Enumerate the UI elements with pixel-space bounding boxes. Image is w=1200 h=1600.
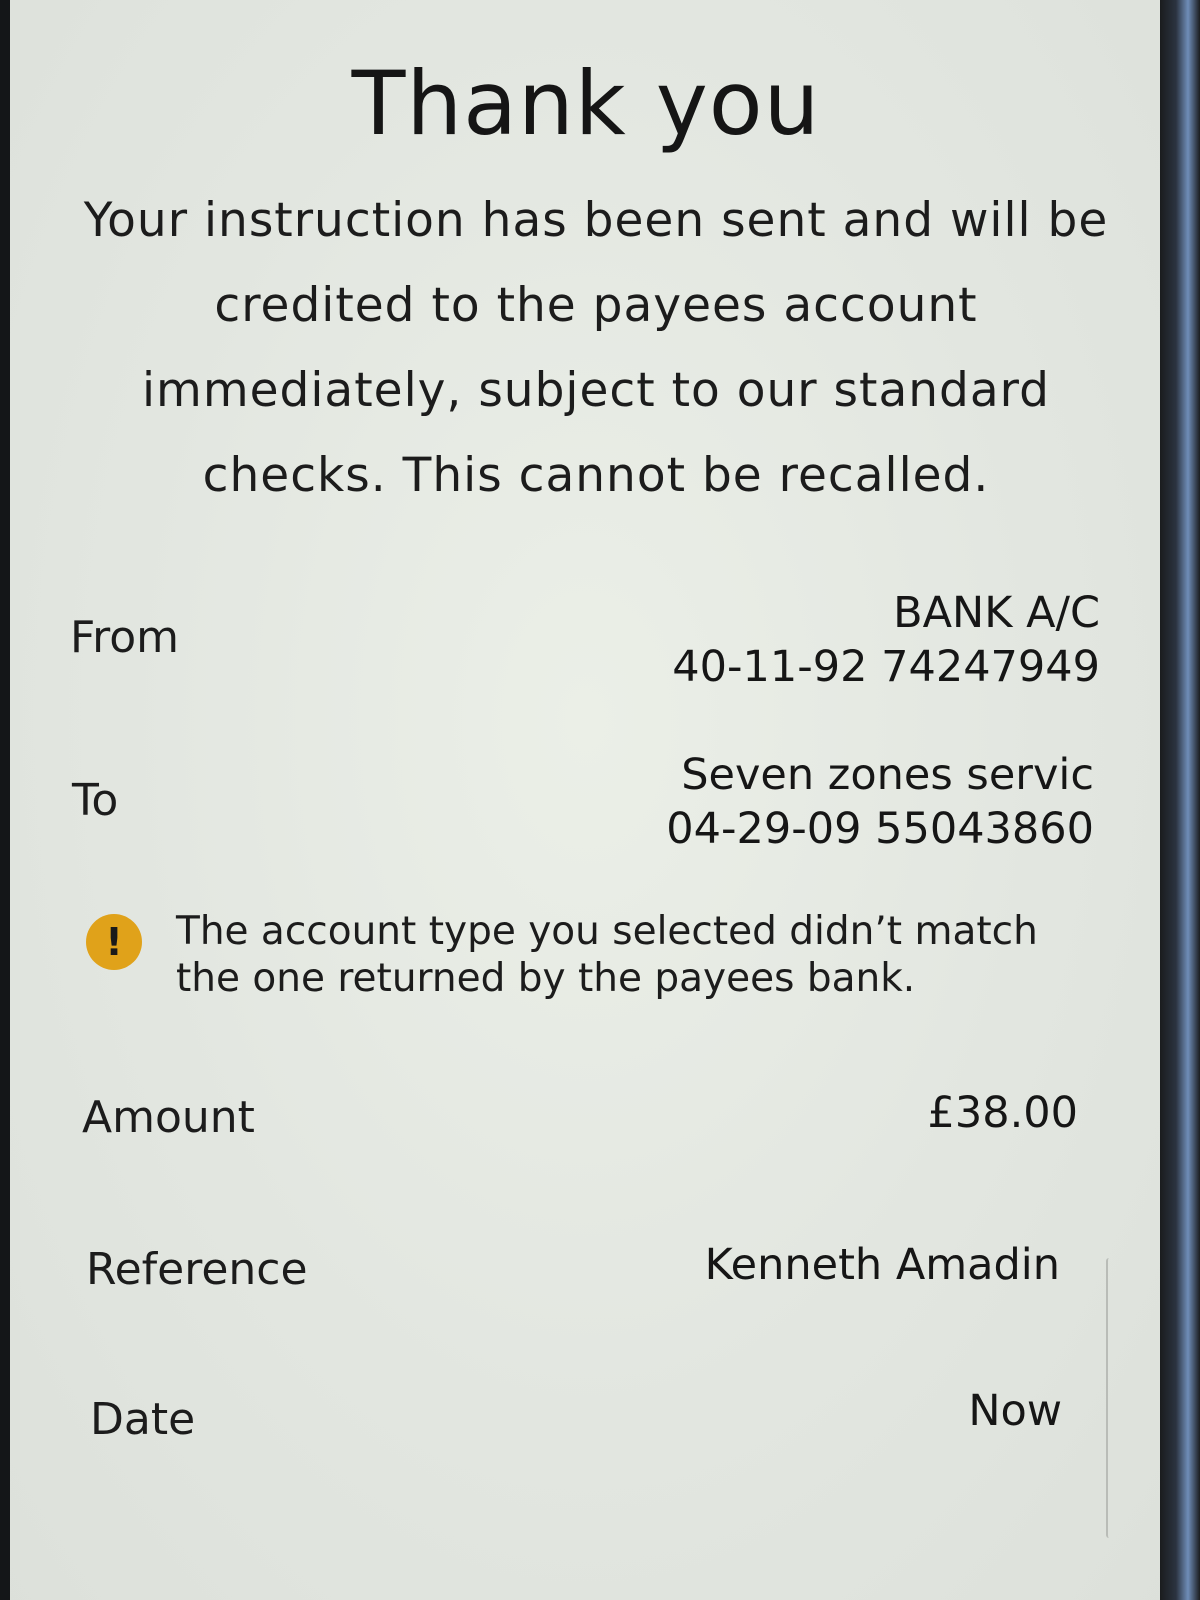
from-account-name: BANK A/C [893,588,1100,638]
reference-label: Reference [86,1244,308,1295]
exclamation-icon: ! [86,914,142,970]
page-title: Thank you [351,52,821,155]
to-label: To [72,775,119,826]
from-label: From [70,612,180,663]
reference-value: Kenneth Amadin [704,1240,1060,1290]
scrollbar[interactable] [1106,1258,1114,1538]
payee-account-number: 04-29-09 55043860 [666,804,1094,854]
account-type-warning: ! The account type you selected didn’t m… [86,908,1086,1018]
confirmation-message: Your instruction has been sent and will … [83,193,1109,503]
date-label: Date [90,1394,196,1445]
from-account: BANK A/C 40-11-92 74247949 [540,586,1100,694]
payment-confirmation-screen: Thank you Your instruction has been sent… [10,0,1162,1600]
date-value: Now [968,1386,1062,1436]
device-edge [1160,0,1200,1600]
from-account-number: 40-11-92 74247949 [672,642,1100,692]
to-account: Seven zones servic 04-29-09 55043860 [534,748,1094,856]
amount-label: Amount [82,1092,255,1143]
payee-name: Seven zones servic [681,750,1094,800]
warning-text: The account type you selected didn’t mat… [176,909,1038,1001]
amount-value: £38.00 [927,1088,1078,1138]
